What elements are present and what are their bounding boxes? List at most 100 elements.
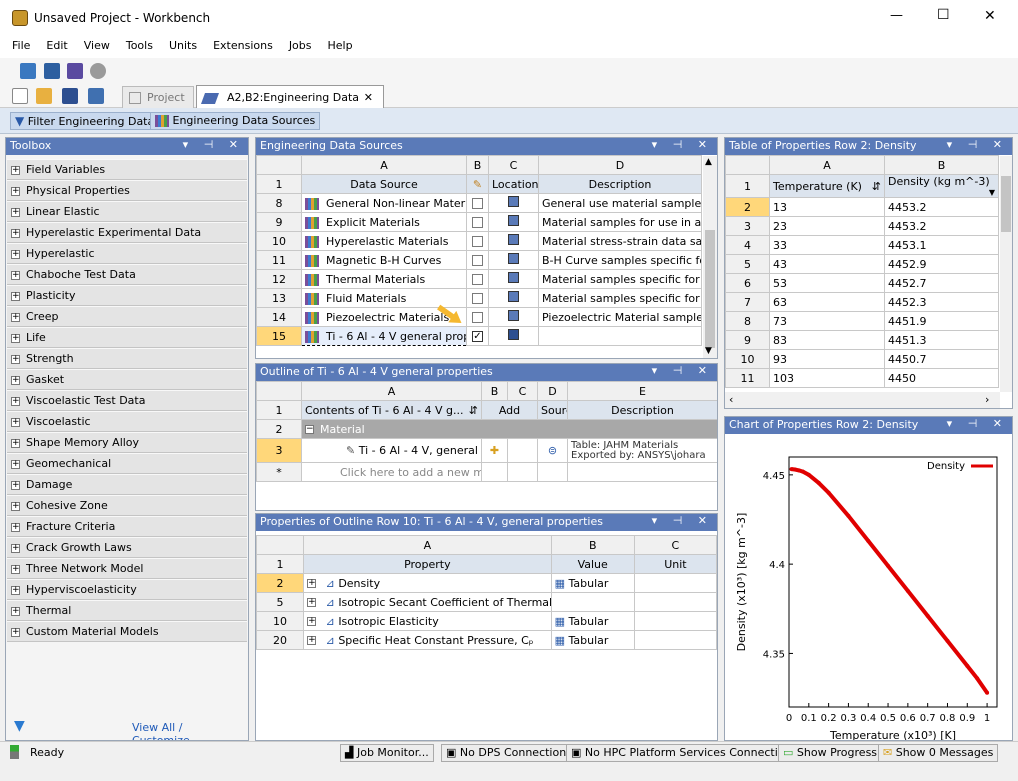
table-row[interactable]: 1 Property Value Unit — [256, 554, 717, 574]
toolbox-item[interactable]: + Creep — [7, 306, 247, 327]
table-h-scrollbar[interactable]: ‹ › — [725, 392, 1000, 408]
table-row[interactable]: 9 Explicit Materials Material samples for… — [256, 212, 702, 232]
location-icon[interactable] — [488, 193, 539, 213]
expand-icon[interactable]: + — [11, 501, 20, 511]
menu-extensions[interactable]: Extensions — [205, 36, 281, 52]
update-icon[interactable] — [44, 63, 60, 79]
toolbox-item[interactable]: + Hyperelastic Experimental Data — [7, 222, 247, 243]
location-icon[interactable] — [488, 250, 539, 270]
table-row[interactable]: 13 Fluid Materials Material samples speci… — [256, 288, 702, 308]
open-icon[interactable] — [36, 88, 52, 104]
checkbox[interactable] — [472, 198, 483, 209]
expand-icon[interactable]: + — [11, 522, 20, 532]
table-row[interactable]: 8 General Non-linear MaterialsGeneral us… — [256, 193, 702, 213]
save-icon[interactable] — [62, 88, 78, 104]
maximize-button[interactable]: ☐ — [937, 7, 950, 23]
toolbox-item[interactable]: + Linear Elastic — [7, 201, 247, 222]
expand-icon[interactable]: + — [11, 354, 20, 364]
expand-icon[interactable]: + — [11, 312, 20, 322]
menu-help[interactable]: Help — [320, 36, 361, 52]
expand-icon[interactable]: + — [11, 459, 20, 469]
table-row[interactable]: 5 + ⊿ Isotropic Secant Coefficient of The… — [256, 592, 717, 612]
hpc-connection-button[interactable]: ▣ No HPC Platform Services Connection — [566, 744, 797, 762]
toolbox-item[interactable]: + Viscoelastic Test Data — [7, 390, 247, 411]
checkbox[interactable] — [472, 236, 483, 247]
location-icon[interactable] — [488, 326, 539, 346]
panel-controls-icon[interactable]: ▾ ⊣ ✕ — [652, 364, 713, 377]
expand-icon[interactable]: + — [307, 617, 317, 626]
dps-connection-button[interactable]: ▣ No DPS Connection — [441, 744, 572, 762]
expand-icon[interactable]: + — [11, 627, 20, 637]
expand-icon[interactable]: + — [307, 598, 317, 607]
menu-jobs[interactable]: Jobs — [281, 36, 320, 52]
checkbox[interactable]: ✓ — [472, 331, 483, 342]
sync-icon[interactable] — [67, 63, 83, 79]
menu-units[interactable]: Units — [161, 36, 205, 52]
toolbox-item[interactable]: + Shape Memory Alloy — [7, 432, 247, 453]
toolbox-item[interactable]: + Gasket — [7, 369, 247, 390]
table-row[interactable]: 7 63 4452.3 — [725, 292, 999, 312]
add-material-icon[interactable]: ✚ — [481, 438, 508, 463]
toolbox-item[interactable]: + Chaboche Test Data — [7, 264, 247, 285]
expand-icon[interactable]: + — [307, 579, 317, 588]
toolbox-item[interactable]: + Strength — [7, 348, 247, 369]
filter-icon[interactable]: ▼ — [14, 718, 25, 734]
location-icon[interactable] — [488, 288, 539, 308]
expand-icon[interactable]: + — [11, 585, 20, 595]
expand-icon[interactable]: + — [11, 564, 20, 574]
expand-icon[interactable]: + — [11, 249, 20, 259]
table-row[interactable]: 3 23 4453.2 — [725, 216, 999, 236]
close-button[interactable]: ✕ — [984, 8, 996, 24]
checkbox[interactable] — [472, 312, 483, 323]
toolbox-item[interactable]: + Three Network Model — [7, 558, 247, 579]
toolbox-item[interactable]: + Thermal — [7, 600, 247, 621]
globe-icon[interactable] — [90, 63, 106, 79]
table-row[interactable]: 12 Thermal Materials Material samples spe… — [256, 269, 702, 289]
collapse-icon[interactable]: − — [305, 425, 314, 434]
new-icon[interactable] — [12, 88, 28, 104]
filter-engineering-data-button[interactable]: ▼ Filter Engineering Data — [10, 112, 160, 130]
table-row[interactable]: 10 Hyperelastic Materials Material stress… — [256, 231, 702, 251]
expand-icon[interactable]: + — [11, 291, 20, 301]
expand-icon[interactable]: + — [11, 270, 20, 280]
location-icon[interactable] — [488, 231, 539, 251]
expand-icon[interactable]: + — [11, 333, 20, 343]
menu-view[interactable]: View — [76, 36, 118, 52]
toolbox-item[interactable]: + Custom Material Models — [7, 621, 247, 642]
expand-icon[interactable]: + — [11, 543, 20, 553]
material-category-row[interactable]: − Material — [301, 419, 717, 439]
sources-scrollbar[interactable]: ▲ ▼ — [703, 156, 717, 358]
toolbox-item[interactable]: + Crack Growth Laws — [7, 537, 247, 558]
material-item[interactable]: ✎ Ti - 6 Al - 4 V, general p — [301, 438, 482, 463]
toolbox-item[interactable]: + Plasticity — [7, 285, 247, 306]
show-progress-button[interactable]: ▭ Show Progress — [778, 744, 883, 762]
expand-icon[interactable]: + — [11, 228, 20, 238]
table-row[interactable]: 11 Magnetic B-H Curves B-H Curve samples … — [256, 250, 702, 270]
table-row[interactable]: 2 13 4453.2 — [725, 197, 999, 217]
expand-icon[interactable]: + — [11, 480, 20, 490]
toolbox-item[interactable]: + Hyperviscoelasticity — [7, 579, 247, 600]
expand-icon[interactable]: + — [11, 165, 20, 175]
menu-tools[interactable]: Tools — [118, 36, 161, 52]
table-row[interactable]: 10 + ⊿ Isotropic Elasticity ▦ Tabular — [256, 611, 717, 631]
toolbox-item[interactable]: + Fracture Criteria — [7, 516, 247, 537]
expand-icon[interactable]: + — [11, 186, 20, 196]
sort-icon[interactable]: ⇵ — [469, 404, 478, 417]
location-icon[interactable] — [488, 269, 539, 289]
toolbox-item[interactable]: + Viscoelastic — [7, 411, 247, 432]
panel-controls-icon[interactable]: ▾ ⊣ ✕ — [652, 138, 713, 151]
panel-controls-icon[interactable]: ▾ ⊣ ✕ — [947, 417, 1008, 430]
tab-project[interactable]: Project — [122, 86, 194, 108]
location-icon[interactable] — [488, 212, 539, 232]
table-row[interactable]: 4 33 4453.1 — [725, 235, 999, 255]
panel-controls-icon[interactable]: ▾ ⊣ ✕ — [947, 138, 1008, 151]
minimize-button[interactable]: — — [890, 8, 903, 23]
table-row[interactable]: 9 83 4451.3 — [725, 330, 999, 350]
menu-edit[interactable]: Edit — [38, 36, 75, 52]
panel-controls-icon[interactable]: ▾ ⊣ ✕ — [183, 138, 244, 151]
sort-icon[interactable]: ⇵ — [872, 180, 881, 193]
engineering-data-sources-button[interactable]: Engineering Data Sources — [150, 112, 321, 130]
toolbox-item[interactable]: + Damage — [7, 474, 247, 495]
expand-icon[interactable]: + — [11, 396, 20, 406]
expand-icon[interactable]: + — [11, 606, 20, 616]
